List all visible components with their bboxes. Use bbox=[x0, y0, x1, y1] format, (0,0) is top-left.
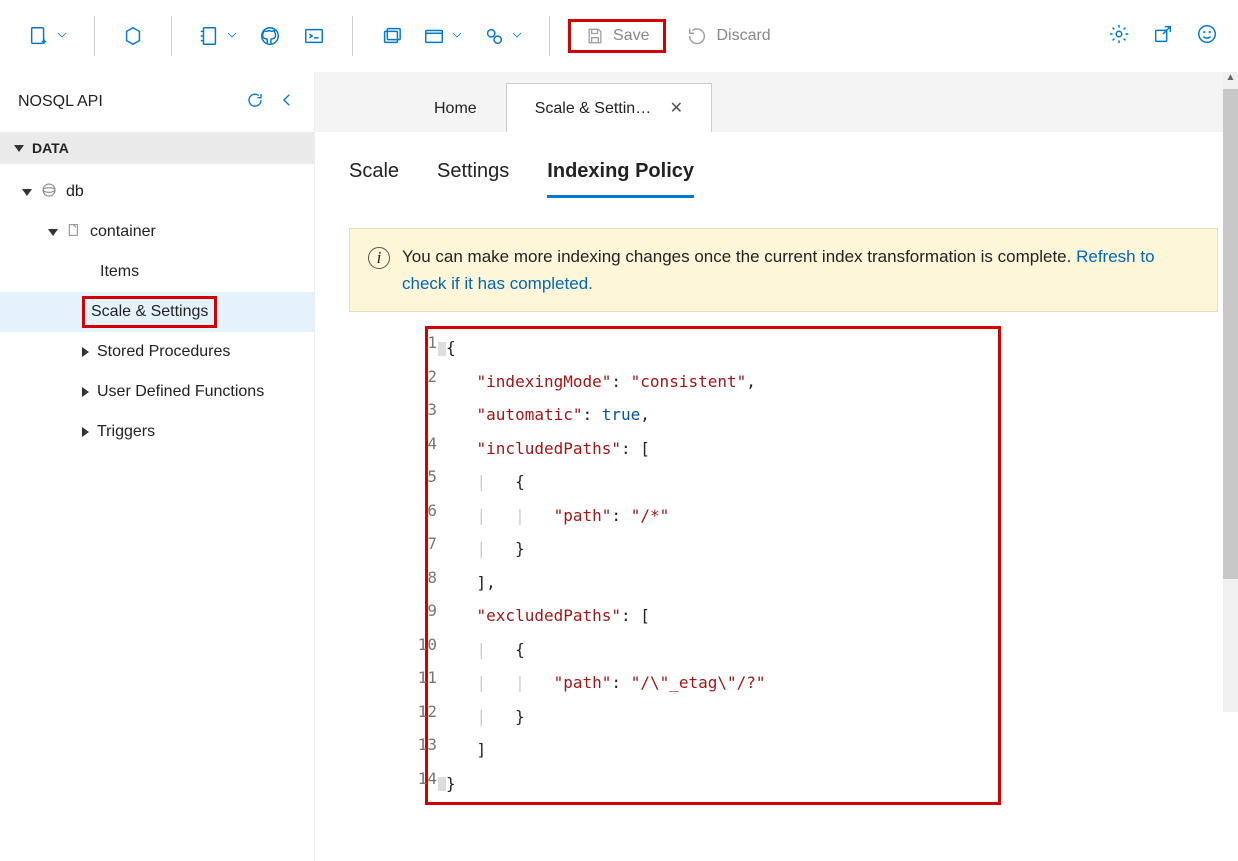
notebook-button[interactable] bbox=[190, 16, 246, 56]
feedback-icon-button[interactable] bbox=[1196, 23, 1218, 48]
save-button[interactable]: Save bbox=[568, 19, 666, 53]
chevron-down-icon bbox=[511, 28, 523, 44]
chevron-down-icon bbox=[451, 28, 463, 44]
tab-bar: Home Scale & Settin… ✕ bbox=[315, 72, 1238, 132]
folder-button[interactable] bbox=[415, 16, 471, 56]
divider bbox=[549, 16, 550, 56]
tree-items[interactable]: Items bbox=[0, 252, 314, 292]
info-text: You can make more indexing changes once … bbox=[402, 247, 1076, 266]
triangle-right-icon bbox=[82, 387, 89, 397]
divider bbox=[171, 16, 172, 56]
discard-button[interactable]: Discard bbox=[686, 25, 770, 47]
sidebar-header: NOSQL API bbox=[0, 72, 314, 132]
chevron-down-icon bbox=[226, 28, 238, 44]
terminal-icon-button[interactable] bbox=[294, 16, 334, 56]
triangle-down-icon bbox=[14, 145, 24, 152]
subtab-scale[interactable]: Scale bbox=[349, 160, 399, 198]
code-content[interactable]: { "indexingMode": "consistent", "automat… bbox=[428, 329, 998, 802]
tree-user-defined-functions[interactable]: User Defined Functions bbox=[0, 372, 314, 412]
info-icon: i bbox=[368, 247, 390, 269]
save-label: Save bbox=[613, 27, 649, 45]
info-banner: i You can make more indexing changes onc… bbox=[349, 228, 1218, 312]
triangle-right-icon bbox=[82, 347, 89, 357]
chevron-down-icon bbox=[56, 28, 68, 44]
open-external-icon-button[interactable] bbox=[1152, 23, 1174, 48]
tree-stored-procedures[interactable]: Stored Procedures bbox=[0, 332, 314, 372]
github-icon-button[interactable] bbox=[250, 16, 290, 56]
code-editor[interactable]: 1234567891011121314 { "indexingMode": "c… bbox=[349, 326, 1218, 805]
close-tab-icon[interactable]: ✕ bbox=[670, 100, 683, 117]
line-gutter: 1234567891011121314 bbox=[383, 326, 447, 795]
triangle-down-icon bbox=[48, 229, 58, 236]
divider bbox=[94, 16, 95, 56]
sidebar-title: NOSQL API bbox=[18, 93, 103, 111]
sidebar: NOSQL API DATA db container Items bbox=[0, 72, 315, 861]
toolbar-right bbox=[1108, 23, 1218, 48]
collapse-icon-button[interactable] bbox=[278, 91, 296, 114]
triangle-down-icon bbox=[22, 189, 32, 196]
divider bbox=[352, 16, 353, 56]
main-panel: Home Scale & Settin… ✕ Scale Settings In… bbox=[315, 72, 1238, 861]
gears-button[interactable] bbox=[475, 16, 531, 56]
refresh-icon-button[interactable] bbox=[246, 91, 264, 114]
scroll-up-icon[interactable]: ▲ bbox=[1223, 72, 1238, 83]
database-icon bbox=[40, 181, 58, 204]
subtab-bar: Scale Settings Indexing Policy bbox=[349, 160, 1218, 198]
scrollbar[interactable]: ▲ bbox=[1223, 72, 1238, 712]
container-icon bbox=[66, 222, 82, 243]
tab-home[interactable]: Home bbox=[405, 85, 506, 132]
toolbar: Save Discard bbox=[0, 0, 1238, 72]
windows-icon-button[interactable] bbox=[371, 16, 411, 56]
subtab-settings[interactable]: Settings bbox=[437, 160, 509, 198]
sidebar-section-data[interactable]: DATA bbox=[0, 132, 314, 164]
tree-db[interactable]: db bbox=[0, 172, 314, 212]
tree-scale-settings[interactable]: Scale & Settings bbox=[0, 292, 314, 332]
tab-scale-settings[interactable]: Scale & Settin… ✕ bbox=[506, 83, 712, 132]
tree-container[interactable]: container bbox=[0, 212, 314, 252]
scroll-thumb[interactable] bbox=[1223, 89, 1238, 579]
hexagon-icon-button[interactable] bbox=[113, 16, 153, 56]
settings-icon-button[interactable] bbox=[1108, 23, 1130, 48]
subtab-indexing-policy[interactable]: Indexing Policy bbox=[547, 160, 694, 198]
triangle-right-icon bbox=[82, 427, 89, 437]
tree-triggers[interactable]: Triggers bbox=[0, 412, 314, 452]
new-item-button[interactable] bbox=[20, 16, 76, 56]
discard-label: Discard bbox=[716, 27, 770, 45]
